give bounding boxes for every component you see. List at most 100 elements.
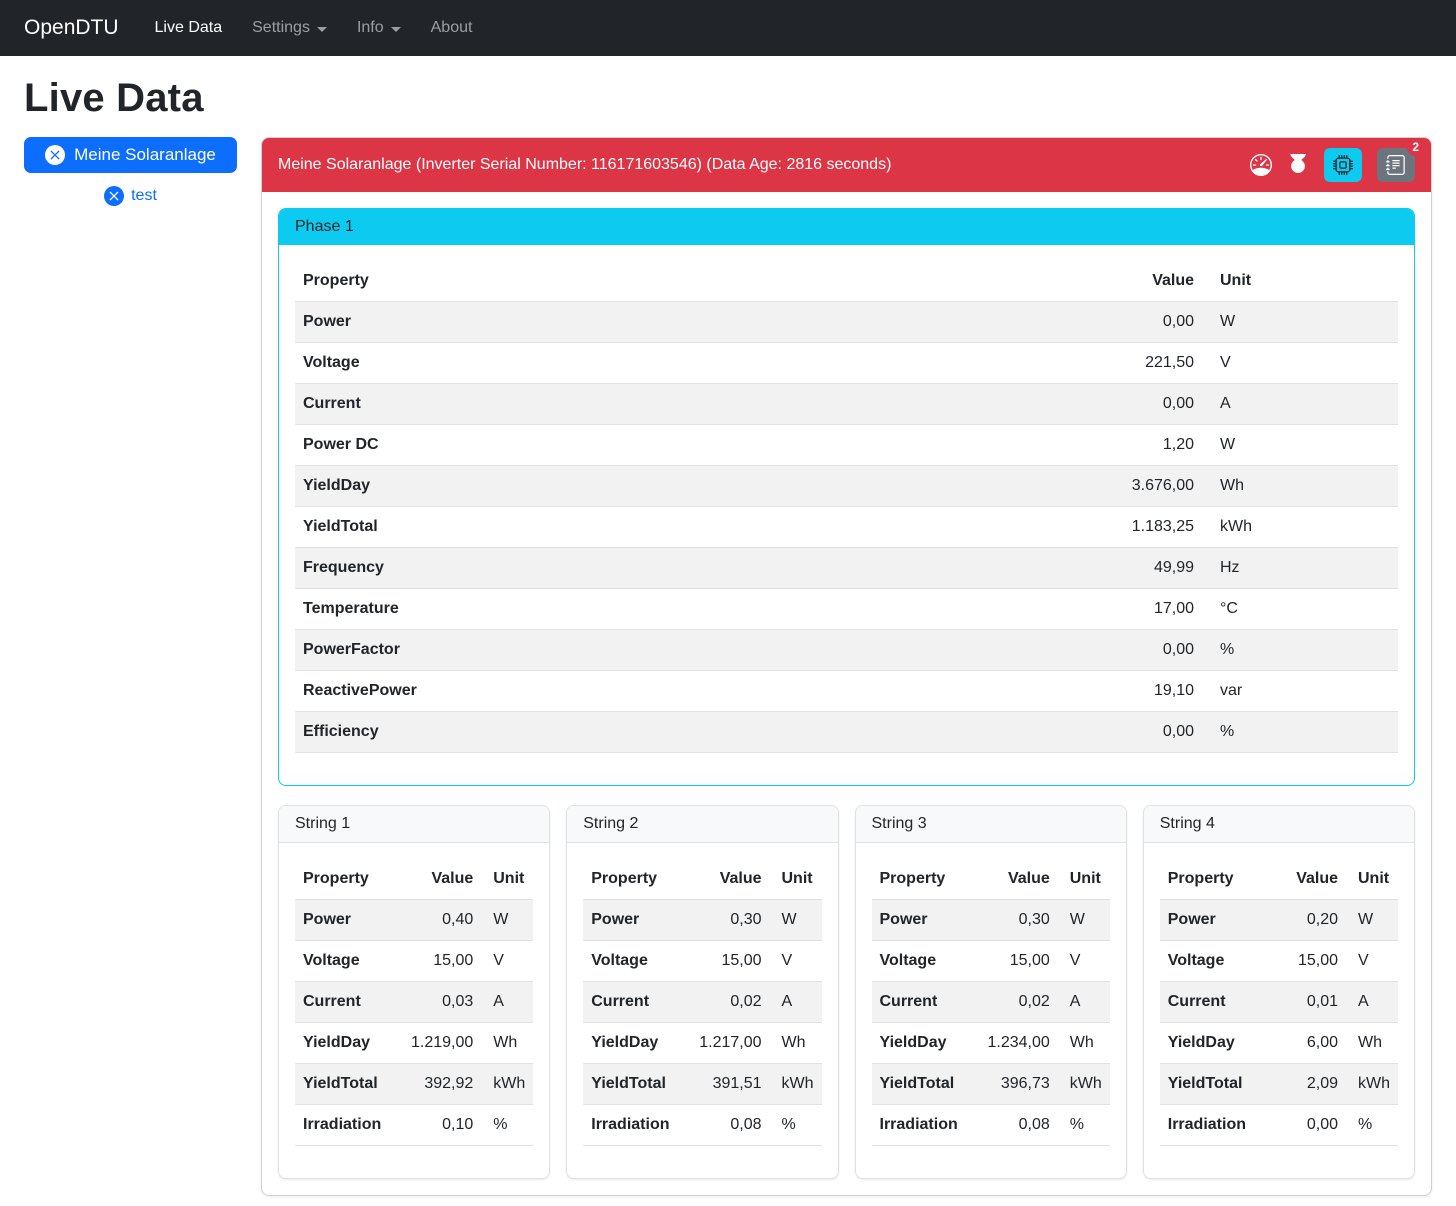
value-cell: 0,00 (1062, 384, 1202, 425)
unit-column-header: Unit (770, 859, 822, 900)
inverter-header-title: Meine Solaranlage (Inverter Serial Numbe… (278, 156, 891, 174)
value-cell: 1.219,00 (403, 1023, 481, 1064)
property-cell: Irradiation (295, 1105, 403, 1146)
property-cell: YieldDay (872, 1023, 980, 1064)
property-cell: Voltage (872, 941, 980, 982)
string-3-card-header: String 3 (856, 806, 1126, 843)
value-cell: 3.676,00 (1062, 466, 1202, 507)
nav-item-live-data[interactable]: Live Data (147, 11, 231, 45)
device-info-button[interactable] (1324, 148, 1362, 182)
value-column-header: Value (1268, 859, 1346, 900)
x-circle-icon (45, 145, 65, 165)
unit-column-header: Unit (1346, 859, 1398, 900)
nav-item-settings[interactable]: Settings (244, 11, 335, 45)
nav-item-about[interactable]: About (423, 11, 481, 45)
unit-cell: var (1202, 671, 1398, 712)
value-cell: 391,51 (691, 1064, 769, 1105)
property-cell: ReactivePower (295, 671, 1062, 712)
table-row: Irradiation0,08% (872, 1105, 1110, 1146)
table-row: YieldDay6,00Wh (1160, 1023, 1398, 1064)
unit-cell: W (1058, 900, 1110, 941)
unit-cell: W (770, 900, 822, 941)
table-row: Current0,01A (1160, 982, 1398, 1023)
value-cell: 0,01 (1268, 982, 1346, 1023)
string-4-card-body: Property Value Unit Power0,20WVoltage15,… (1144, 843, 1414, 1178)
property-cell: Power (295, 900, 403, 941)
content-layout: Meine Solaranlage test Meine Solaranlage… (0, 137, 1456, 1206)
value-cell: 0,00 (1062, 630, 1202, 671)
value-cell: 2,09 (1268, 1064, 1346, 1105)
property-cell: Irradiation (1160, 1105, 1268, 1146)
value-cell: 0,40 (403, 900, 481, 941)
value-column-header: Value (403, 859, 481, 900)
unit-cell: V (1202, 343, 1398, 384)
table-row: Voltage15,00V (872, 941, 1110, 982)
table-row: Voltage15,00V (295, 941, 533, 982)
power-button[interactable] (1287, 154, 1309, 176)
inverter-card-body: Phase 1 Property Value Unit Power0,00WVo… (262, 192, 1431, 1195)
phase-1-card: Phase 1 Property Value Unit Power0,00WVo… (278, 208, 1415, 786)
nav-item-info[interactable]: Info (349, 11, 409, 45)
property-cell: Efficiency (295, 712, 1062, 753)
unit-cell: % (481, 1105, 533, 1146)
unit-cell: Hz (1202, 548, 1398, 589)
value-cell: 1.183,25 (1062, 507, 1202, 548)
unit-column-header: Unit (1202, 261, 1398, 302)
unit-cell: kWh (1202, 507, 1398, 548)
unit-cell: V (770, 941, 822, 982)
inverter-item-test[interactable]: test (24, 186, 237, 206)
event-log-button[interactable]: 2 (1377, 148, 1415, 182)
unit-cell: kWh (1058, 1064, 1110, 1105)
property-cell: Current (872, 982, 980, 1023)
unit-cell: A (1346, 982, 1398, 1023)
value-cell: 392,92 (403, 1064, 481, 1105)
property-cell: PowerFactor (295, 630, 1062, 671)
unit-cell: W (1202, 425, 1398, 466)
value-cell: 15,00 (403, 941, 481, 982)
value-cell: 1,20 (1062, 425, 1202, 466)
value-cell: 6,00 (1268, 1023, 1346, 1064)
nav-item-label: Info (357, 19, 384, 37)
string-2-card-header: String 2 (567, 806, 837, 843)
value-cell: 0,00 (1062, 712, 1202, 753)
table-row: Power DC1,20W (295, 425, 1398, 466)
inverter-card-header: Meine Solaranlage (Inverter Serial Numbe… (262, 138, 1431, 192)
property-cell: YieldDay (1160, 1023, 1268, 1064)
unit-cell: °C (1202, 589, 1398, 630)
string-1-card-body: Property Value Unit Power0,40WVoltage15,… (279, 843, 549, 1178)
property-cell: Power DC (295, 425, 1062, 466)
table-row: PowerFactor0,00% (295, 630, 1398, 671)
table-row: Voltage15,00V (1160, 941, 1398, 982)
value-cell: 221,50 (1062, 343, 1202, 384)
value-cell: 0,00 (1268, 1105, 1346, 1146)
phase-1-card-body: Property Value Unit Power0,00WVoltage221… (279, 245, 1414, 785)
value-cell: 0,08 (979, 1105, 1057, 1146)
property-cell: Power (1160, 900, 1268, 941)
property-cell: Irradiation (872, 1105, 980, 1146)
nav-item-label: Settings (252, 19, 310, 37)
limit-settings-button[interactable] (1250, 154, 1272, 176)
property-cell: Temperature (295, 589, 1062, 630)
property-cell: Current (295, 982, 403, 1023)
chevron-down-icon (317, 27, 327, 32)
unit-cell: A (481, 982, 533, 1023)
property-column-header: Property (583, 859, 691, 900)
unit-cell: Wh (1202, 466, 1398, 507)
string-4-card: String 4 Property Value Unit (1143, 805, 1415, 1179)
unit-cell: kWh (1346, 1064, 1398, 1105)
phase-1-table: Property Value Unit Power0,00WVoltage221… (295, 261, 1398, 753)
value-cell: 396,73 (979, 1064, 1057, 1105)
table-row: YieldDay3.676,00Wh (295, 466, 1398, 507)
unit-cell: Wh (1346, 1023, 1398, 1064)
inverter-select-button[interactable]: Meine Solaranlage (24, 137, 237, 173)
brand-logo[interactable]: OpenDTU (24, 16, 119, 40)
table-header-row: Property Value Unit (872, 859, 1110, 900)
table-row: Voltage221,50V (295, 343, 1398, 384)
string-2-card-body: Property Value Unit Power0,30WVoltage15,… (567, 843, 837, 1178)
table-header-row: Property Value Unit (295, 859, 533, 900)
unit-cell: % (1202, 630, 1398, 671)
property-cell: Voltage (295, 343, 1062, 384)
unit-cell: A (1058, 982, 1110, 1023)
unit-cell: kWh (481, 1064, 533, 1105)
property-column-header: Property (1160, 859, 1268, 900)
